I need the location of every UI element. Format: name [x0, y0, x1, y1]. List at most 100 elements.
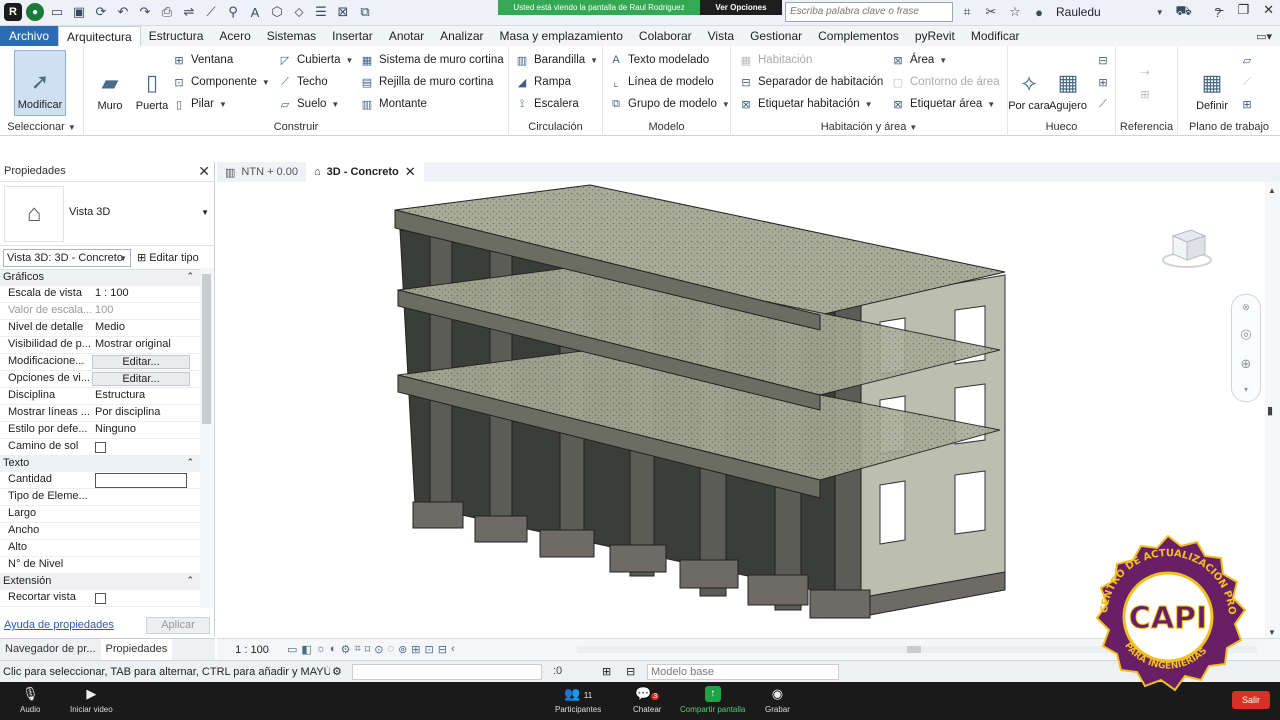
tab-modificar[interactable]: Modificar	[963, 26, 1028, 46]
window-button[interactable]: ⊞ Ventana	[172, 50, 233, 70]
share-screen-button[interactable]: ↑ Compartir pantalla	[680, 686, 745, 714]
table-row[interactable]: Valor de escala... 100	[0, 303, 200, 320]
stair-button[interactable]: ⟟ Escalera	[515, 94, 579, 114]
curtain-grid-button[interactable]: ▤ Rejilla de muro cortina	[360, 72, 494, 92]
scroll-thumb[interactable]	[907, 646, 921, 653]
tag-room-button[interactable]: ⊠ Etiquetar habitación ▼	[739, 94, 872, 114]
ref-plane-button[interactable]: ⟋	[1240, 72, 1254, 92]
highlight-icon[interactable]: ⊡	[425, 643, 434, 656]
sun-path-checkbox[interactable]	[95, 442, 106, 453]
table-row[interactable]: Mostrar líneas ... Por disciplina	[0, 405, 200, 422]
subscription-icon[interactable]: ✂	[982, 3, 1000, 21]
detail-level-icon[interactable]: ▭	[287, 643, 297, 656]
tab-anotar[interactable]: Anotar	[381, 26, 432, 46]
maximize-icon[interactable]: ❐	[1237, 2, 1249, 18]
table-row[interactable]: Tipo de Eleme...	[0, 489, 200, 506]
tab-acero[interactable]: Acero	[211, 26, 258, 46]
column-button[interactable]: ▯ Pilar ▼	[172, 94, 227, 114]
viewer-button[interactable]: ⊞	[1240, 94, 1254, 114]
scroll-thumb[interactable]: ▮	[1267, 404, 1273, 417]
tab-estructura[interactable]: Estructura	[141, 26, 212, 46]
sync-icon[interactable]: ⟳	[92, 3, 110, 21]
3d-view-icon[interactable]: ⬡	[268, 3, 286, 21]
table-row[interactable]: Cantidad	[0, 472, 200, 489]
tab-archivo[interactable]: Archivo	[0, 26, 59, 46]
floor-button[interactable]: ▱ Suelo ▼	[278, 94, 340, 114]
properties-help-link[interactable]: Ayuda de propiedades	[4, 619, 114, 631]
ribbon-toggle-icon[interactable]: ▭▾	[1256, 30, 1272, 43]
view-scale[interactable]: 1 : 100	[217, 644, 287, 656]
workset-dropdown[interactable]	[352, 664, 542, 680]
table-row[interactable]: Modificacione... Editar...	[0, 354, 200, 371]
model-group-button[interactable]: ⧉ Grupo de modelo ▼	[609, 94, 730, 114]
tab-insertar[interactable]: Insertar	[324, 26, 381, 46]
tag-area-button[interactable]: ⊠ Etiquetar área ▼	[891, 94, 995, 114]
chevron-down-icon[interactable]: ▼	[201, 208, 209, 217]
close-icon[interactable]: ✕	[405, 164, 416, 180]
canvas-scrollbar[interactable]: ▲ ▮ ▼	[1265, 182, 1280, 638]
scroll-left-icon[interactable]: ‹	[451, 643, 455, 656]
workset-icon[interactable]: ⚙	[332, 665, 342, 678]
vertical-opening-button[interactable]: ⊞	[1096, 72, 1110, 92]
show-crop-icon[interactable]: ⌑	[365, 643, 371, 656]
design-options-icon[interactable]: ⊟	[626, 665, 635, 678]
record-button[interactable]: ◉ Grabar	[765, 686, 790, 714]
table-row[interactable]: Alto	[0, 540, 200, 557]
constraints-icon[interactable]: ⊟	[438, 643, 447, 656]
modify-button[interactable]: ➚ Modificar	[14, 50, 66, 116]
filter-icon[interactable]: ⊞	[602, 665, 611, 678]
cart-icon[interactable]: ⛟	[1175, 3, 1193, 21]
instance-dropdown[interactable]: Vista 3D: 3D - Concreto ▼	[3, 248, 131, 267]
section-text[interactable]: Texto ⌃	[0, 456, 200, 472]
door-button[interactable]: ▯ Puerta	[126, 50, 178, 116]
show-work-plane-button[interactable]: ▱	[1240, 50, 1254, 70]
thin-lines-icon[interactable]: ☰	[312, 3, 330, 21]
chat-button[interactable]: 💬 3 Chatear	[633, 686, 661, 714]
edit-type-button[interactable]: ⊞ Editar tipo	[137, 251, 199, 265]
design-option-dropdown[interactable]: Modelo base	[647, 664, 839, 680]
table-row[interactable]: Estilo por defe... Ninguno	[0, 422, 200, 439]
revit-logo-icon[interactable]: R	[4, 3, 22, 21]
table-row[interactable]: Camino de sol	[0, 439, 200, 456]
dormer-opening-button[interactable]: ⟋	[1096, 94, 1110, 114]
table-row[interactable]: Ancho	[0, 523, 200, 540]
crop-view-checkbox[interactable]	[95, 593, 106, 604]
close-hidden-icon[interactable]: ⊠	[334, 3, 352, 21]
steering-wheel-icon[interactable]: ◎	[1240, 326, 1251, 342]
grid-button[interactable]: ⊞	[1138, 84, 1152, 104]
reveal-hidden-icon[interactable]: ⊚	[398, 643, 407, 656]
tab-pyrevit[interactable]: pyRevit	[907, 26, 963, 46]
model-text-button[interactable]: A Texto modelado	[609, 50, 709, 70]
undo-icon[interactable]: ↶	[114, 3, 132, 21]
quantity-field[interactable]	[95, 473, 187, 488]
analysis-icon[interactable]: ⊞	[411, 643, 420, 656]
tab-arquitectura[interactable]: Arquitectura	[58, 26, 141, 46]
apply-button[interactable]: Aplicar	[146, 616, 210, 634]
video-button[interactable]: ▶ Iniciar video	[70, 686, 113, 714]
tab-sistemas[interactable]: Sistemas	[259, 26, 324, 46]
table-row[interactable]: Escala de vista 1 : 100	[0, 286, 200, 303]
chevron-down-icon[interactable]: ▼	[1151, 3, 1169, 21]
search-input[interactable]: Escriba palabra clave o frase	[785, 2, 953, 22]
view-options-button[interactable]: Ver Opciones	[700, 0, 782, 15]
edit-overrides-button[interactable]: Editar...	[92, 355, 190, 369]
sun-path-icon[interactable]: ☼	[316, 643, 326, 656]
table-row[interactable]: Largo	[0, 506, 200, 523]
crop-icon[interactable]: ⌗	[354, 643, 360, 656]
tag-icon[interactable]: ⚲	[224, 3, 242, 21]
room-button[interactable]: ▦ Habitación	[739, 50, 813, 70]
render-icon[interactable]: ⚙	[341, 643, 351, 656]
component-button[interactable]: ⊡ Componente ▼	[172, 72, 269, 92]
section-icon[interactable]: ⬦	[290, 3, 308, 21]
print-icon[interactable]: ⎙	[158, 3, 176, 21]
user-name[interactable]: Rauledu	[1056, 5, 1101, 19]
select-dropdown[interactable]: Seleccionar ▼	[0, 121, 83, 133]
binoculars-icon[interactable]: ⌗	[958, 3, 976, 21]
save-icon[interactable]: ▣	[70, 3, 88, 21]
model-line-button[interactable]: ⌞ Línea de modelo	[609, 72, 713, 92]
tab-vista[interactable]: Vista	[700, 26, 742, 46]
tab-colaborar[interactable]: Colaborar	[631, 26, 700, 46]
tab-view-3d[interactable]: ⌂ 3D - Concreto ✕	[305, 162, 424, 182]
tab-complementos[interactable]: Complementos	[810, 26, 907, 46]
close-icon[interactable]: ✕	[1263, 2, 1274, 18]
